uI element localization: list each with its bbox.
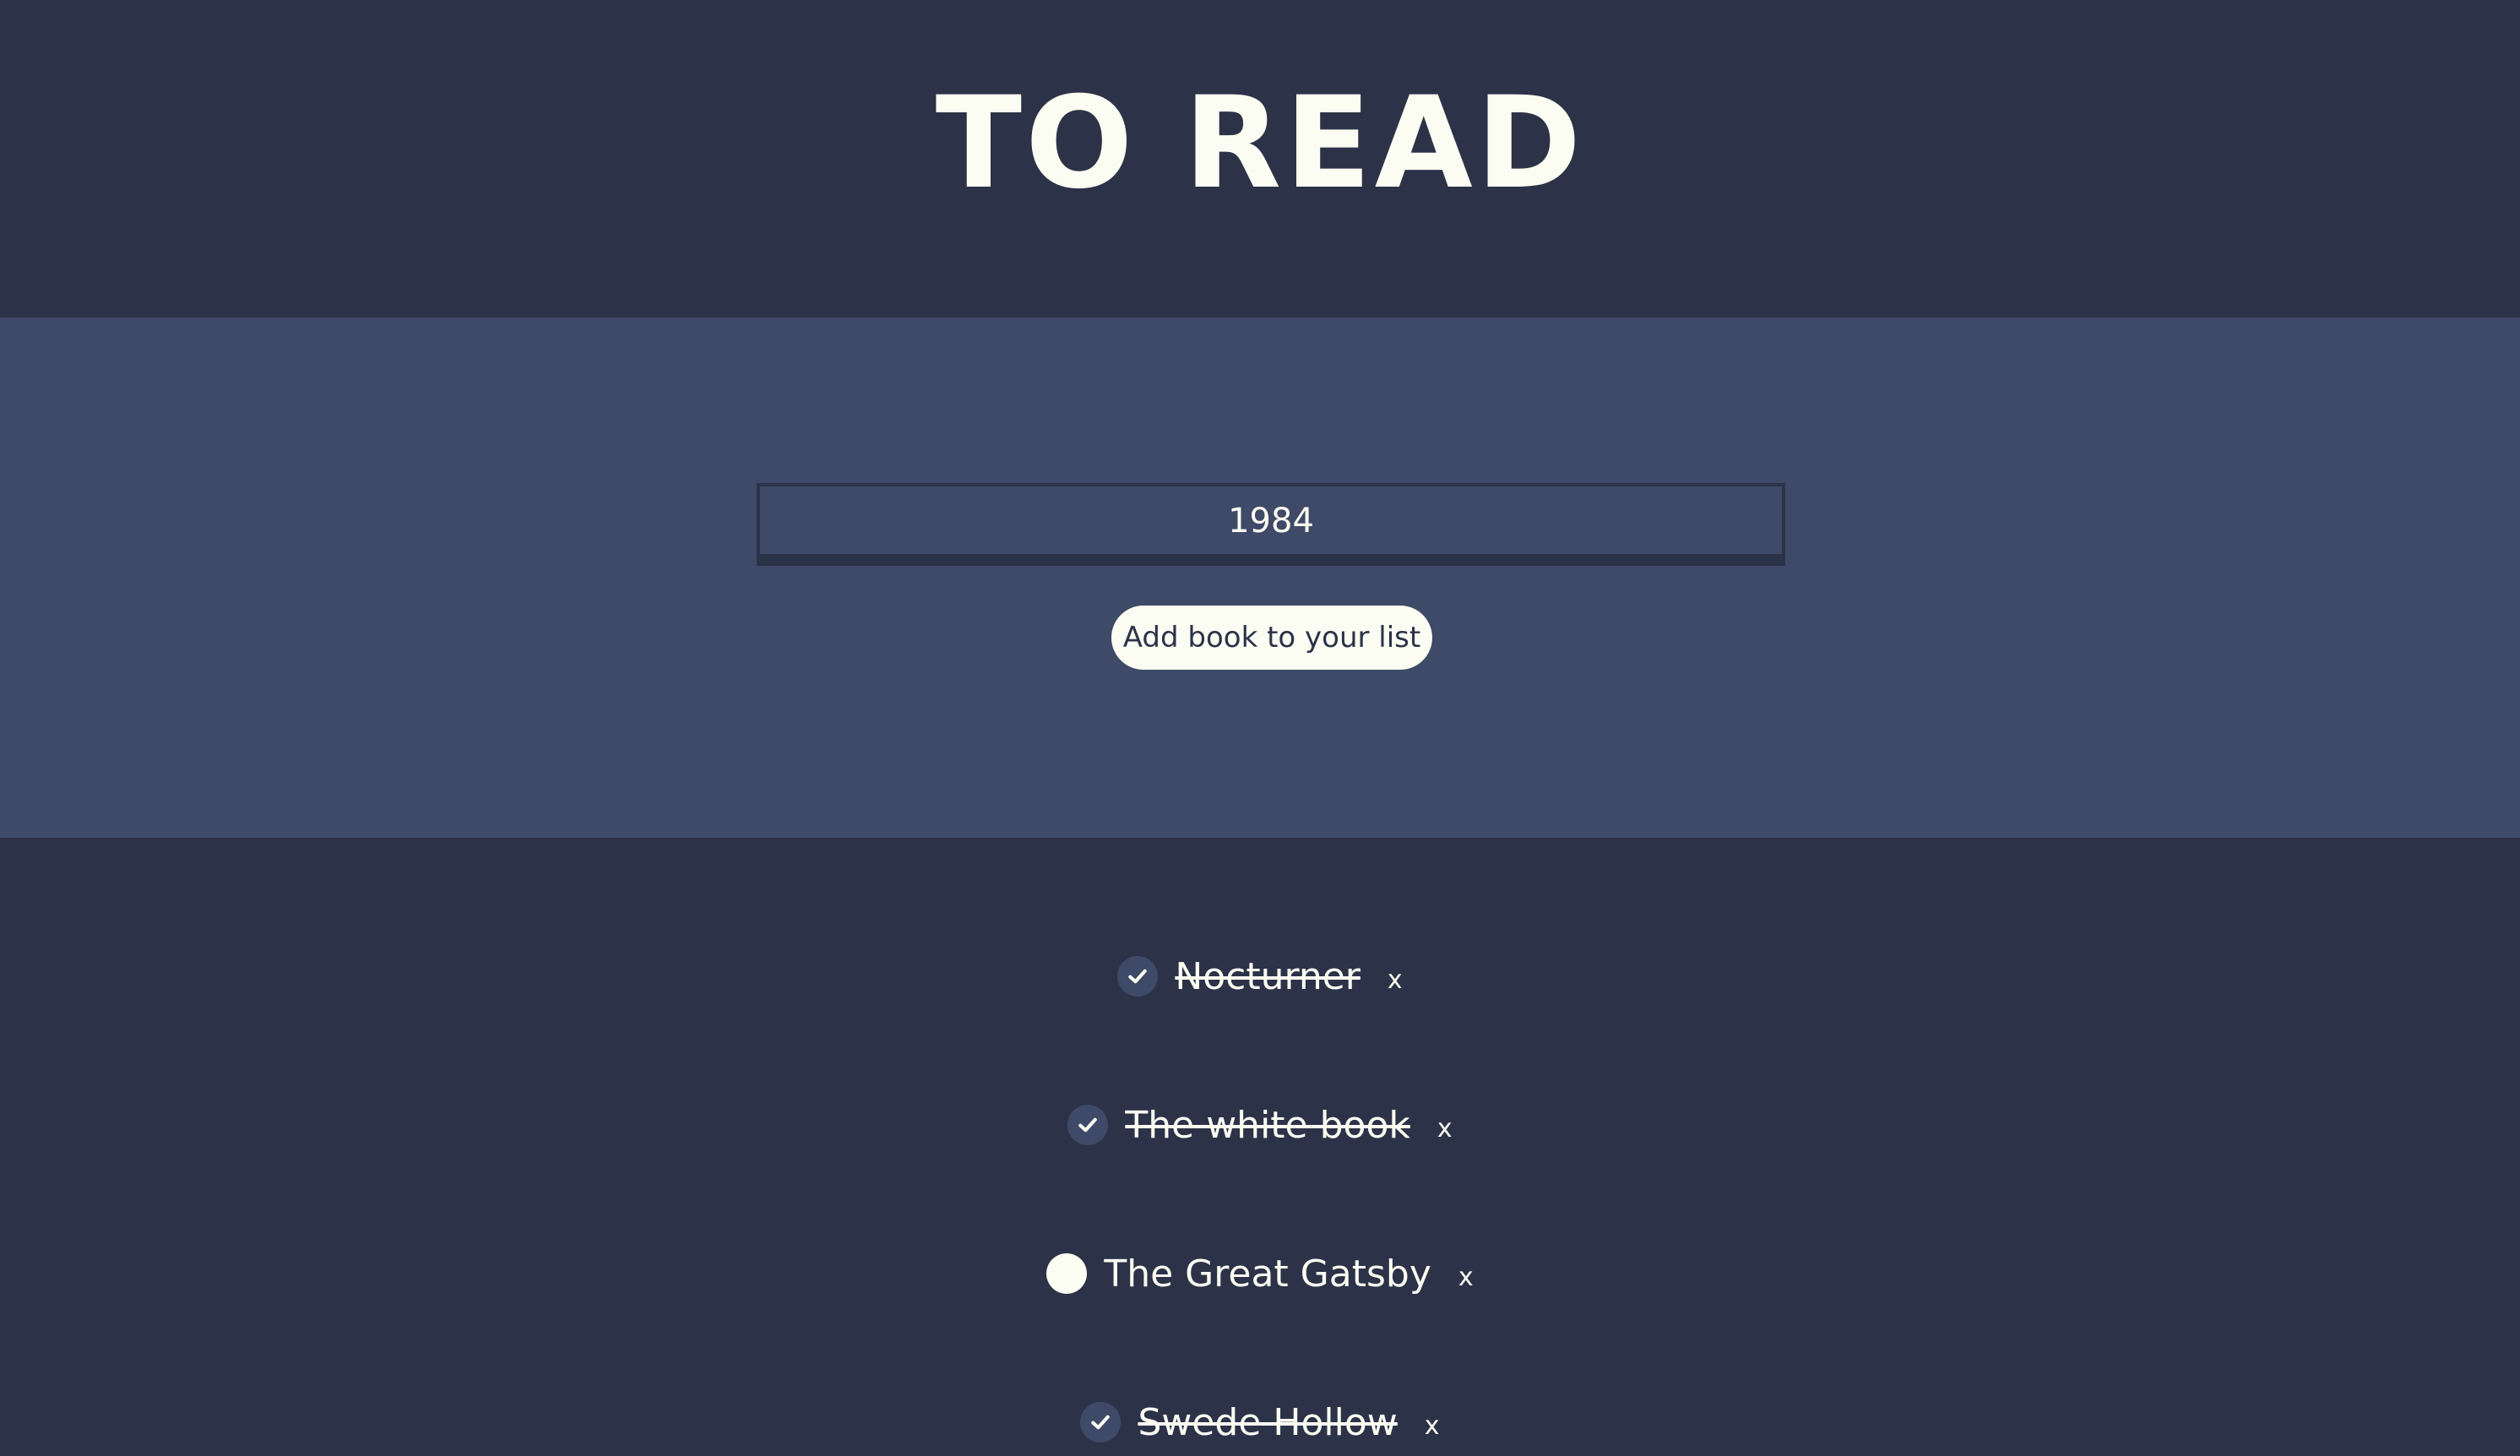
list-item: The white book x [0,1091,2520,1159]
header: TO READ [0,0,2520,318]
book-title: Nocturner [1175,954,1360,998]
remove-book-button[interactable]: x [1425,1404,1440,1441]
check-icon[interactable] [1080,1402,1122,1442]
list-item: The Great Gatsby x [0,1240,2520,1307]
book-list: Nocturner x The white book x The Great G… [0,838,2520,1456]
add-book-button[interactable]: Add book to your list [1111,606,1432,670]
add-book-form: Add book to your list [0,318,2520,838]
page-title: TO READ [935,70,1585,217]
remove-book-button[interactable]: x [1458,1256,1474,1292]
list-item: Swede Hollow x [0,1388,2520,1456]
book-title: The Great Gatsby [1104,1252,1431,1296]
check-icon[interactable] [1117,956,1159,997]
book-title-input[interactable] [757,483,1785,566]
empty-circle-icon[interactable] [1046,1253,1088,1294]
book-title: The white book [1125,1103,1410,1147]
remove-book-button[interactable]: x [1388,959,1403,995]
remove-book-button[interactable]: x [1437,1107,1453,1144]
check-icon[interactable] [1067,1105,1109,1145]
list-item: Nocturner x [0,943,2520,1010]
book-title: Swede Hollow [1138,1400,1398,1444]
